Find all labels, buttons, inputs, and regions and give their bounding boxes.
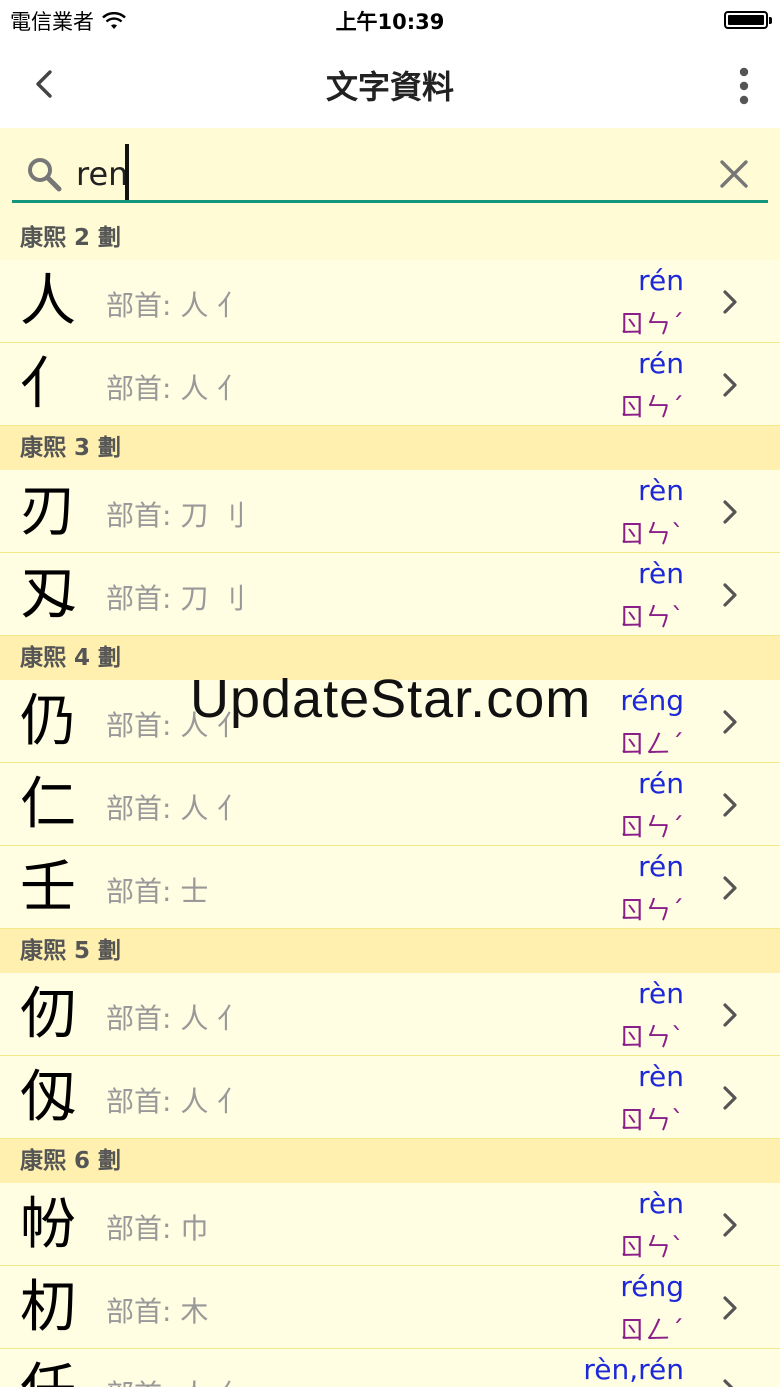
pinyin-label: réng (620, 684, 684, 717)
chevron-right-icon (723, 710, 737, 734)
chevron-right-icon (723, 1003, 737, 1027)
pinyin-label: rèn (638, 557, 684, 590)
list-item[interactable]: 仭部首: 人 亻 rèn ㄖㄣˋ (0, 1056, 780, 1139)
page-title: 文字資料 (325, 68, 454, 106)
chevron-right-icon (723, 876, 737, 900)
pinyin-label: rén (638, 264, 684, 297)
search-bar (0, 128, 780, 216)
pinyin-label: rén (638, 850, 684, 883)
nav-bar: 文字資料 (0, 40, 780, 128)
zhuyin-label: ㄖㄣˋ (618, 1023, 684, 1053)
list-item[interactable]: 人部首: 人 亻 rén ㄖㄣˊ (0, 260, 780, 343)
chevron-right-icon (723, 373, 737, 397)
character-glyph: 仍 (20, 689, 76, 754)
character-glyph: 刃 (20, 479, 76, 544)
zhuyin-label: ㄖㄣˊ (618, 393, 684, 423)
character-glyph: 壬 (20, 855, 76, 920)
character-glyph: 仭 (20, 1065, 76, 1130)
pinyin-label: rèn (638, 1187, 684, 1220)
list-item[interactable]: 仞部首: 人 亻 rèn ㄖㄣˋ (0, 973, 780, 1056)
pinyin-label: réng (620, 1270, 684, 1303)
battery-icon (724, 11, 772, 29)
list-item[interactable]: 壬部首: 士 rén ㄖㄣˊ (0, 846, 780, 929)
radical-label: 部首: 人 亻 (106, 1085, 246, 1118)
character-glyph: 仞 (20, 982, 76, 1047)
watermark: UpdateStar.com (190, 669, 592, 729)
zhuyin-label: ㄖㄥˊ (618, 730, 684, 760)
character-glyph: 仁 (20, 772, 76, 837)
list-item[interactable]: 亻部首: 人 亻 rén ㄖㄣˊ (0, 343, 780, 426)
pinyin-label: rèn (638, 977, 684, 1010)
close-icon[interactable] (718, 158, 750, 190)
chevron-right-icon (723, 793, 737, 817)
more-vertical-icon[interactable] (738, 66, 750, 106)
list-item[interactable]: 帉部首: 巾 rèn ㄖㄣˋ (0, 1183, 780, 1266)
radical-label: 部首: 巾 (106, 1212, 209, 1245)
list-item[interactable]: 任部首: 人 亻 rèn,rén (0, 1349, 780, 1387)
status-time: 上午10:39 (335, 10, 445, 34)
zhuyin-label: ㄖㄣˋ (618, 1233, 684, 1263)
search-underline (12, 200, 768, 203)
status-bar: 電信業者 上午10:39 (0, 0, 780, 40)
section-header: 康熙 5 劃 (0, 929, 780, 973)
section-header: 康熙 3 劃 (0, 426, 780, 470)
radical-label: 部首: 刀 刂 (106, 582, 246, 615)
chevron-right-icon (723, 1086, 737, 1110)
section-header: 康熙 6 劃 (0, 1139, 780, 1183)
radical-label: 部首: 人 亻 (106, 1002, 246, 1035)
search-input[interactable] (76, 152, 676, 196)
list-item[interactable]: 朷部首: 木 réng ㄖㄥˊ (0, 1266, 780, 1349)
character-glyph: 朷 (20, 1275, 76, 1340)
radical-label: 部首: 刀 刂 (106, 499, 246, 532)
search-icon (28, 158, 62, 192)
pinyin-label: rèn,rén (583, 1353, 684, 1386)
pinyin-label: rèn (638, 1060, 684, 1093)
radical-label: 部首: 士 (106, 875, 209, 908)
zhuyin-label: ㄖㄣˋ (618, 520, 684, 550)
pinyin-label: rén (638, 347, 684, 380)
pinyin-label: rén (638, 767, 684, 800)
character-glyph: 任 (20, 1353, 76, 1387)
section-header: 康熙 2 劃 (0, 216, 780, 260)
zhuyin-label: ㄖㄥˊ (618, 1316, 684, 1346)
character-glyph: 帉 (20, 1192, 76, 1257)
chevron-right-icon (723, 290, 737, 314)
zhuyin-label: ㄖㄣˊ (618, 310, 684, 340)
list-item[interactable]: 仁部首: 人 亻 rén ㄖㄣˊ (0, 763, 780, 846)
character-list: 康熙 2 劃人部首: 人 亻 rén ㄖㄣˊ 亻部首: 人 亻 rén ㄖㄣˊ 康熙 3… (0, 216, 780, 1387)
zhuyin-label: ㄖㄣˊ (618, 896, 684, 926)
character-glyph: 刄 (20, 562, 76, 627)
chevron-right-icon (723, 1296, 737, 1320)
pinyin-label: rèn (638, 474, 684, 507)
chevron-right-icon (723, 1379, 734, 1387)
radical-label: 部首: 人 亻 (106, 372, 246, 405)
chevron-right-icon (723, 583, 737, 607)
radical-label: 部首: 人 亻 (106, 792, 246, 825)
character-glyph: 亻 (20, 352, 76, 417)
chevron-right-icon (723, 1213, 737, 1237)
radical-label: 部首: 木 (106, 1295, 209, 1328)
radical-label: 部首: 人 亻 (106, 1373, 245, 1387)
character-glyph: 人 (20, 269, 76, 334)
chevron-right-icon (723, 500, 737, 524)
list-item[interactable]: 刃部首: 刀 刂 rèn ㄖㄣˋ (0, 470, 780, 553)
radical-label: 部首: 人 亻 (106, 289, 246, 322)
zhuyin-label: ㄖㄣˊ (618, 813, 684, 843)
zhuyin-label: ㄖㄣˋ (618, 1106, 684, 1136)
list-item[interactable]: 刄部首: 刀 刂 rèn ㄖㄣˋ (0, 553, 780, 636)
zhuyin-label: ㄖㄣˋ (618, 603, 684, 633)
text-caret (125, 144, 129, 202)
